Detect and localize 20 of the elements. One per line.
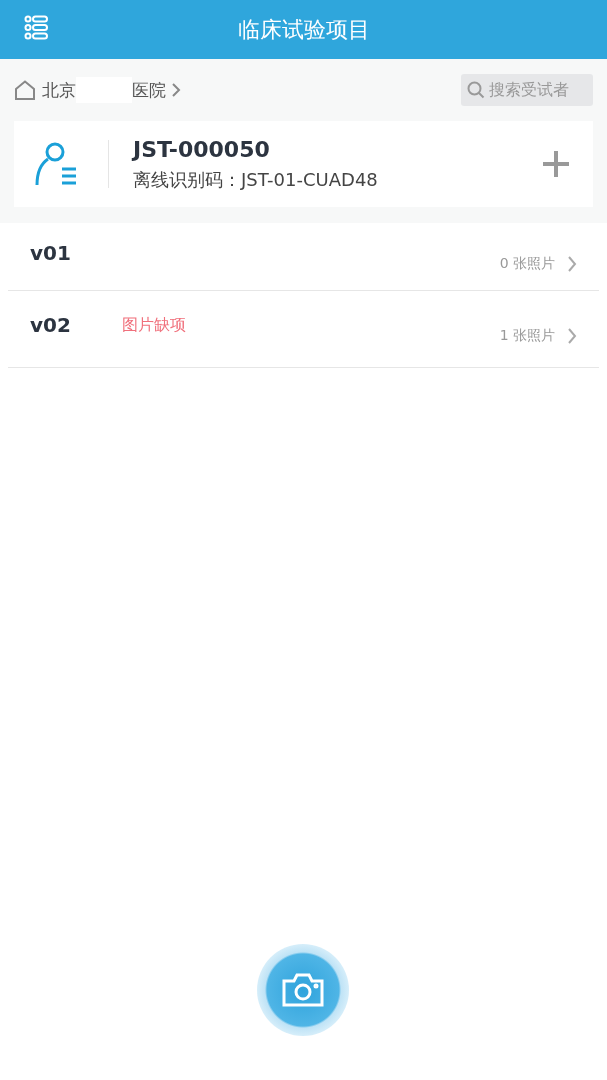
camera-icon (281, 972, 325, 1008)
visit-name: v01 (30, 240, 72, 265)
visit-row[interactable]: v02 图片缺项 1 张照片 (8, 291, 599, 368)
page-title: 临床试验项目 (237, 15, 370, 44)
chevron-icon (567, 327, 577, 345)
photo-count: 1 张照片 (499, 327, 555, 345)
photo-count: 0 张照片 (499, 254, 555, 273)
visit-row[interactable]: v01 0 张照片 (8, 223, 599, 291)
menu-icon[interactable] (24, 15, 49, 40)
chevron-icon (171, 82, 181, 98)
visit-name: v02 (30, 313, 72, 337)
add-icon[interactable] (541, 149, 571, 179)
search-icon (467, 81, 485, 99)
chevron-icon (567, 254, 577, 273)
home-icon (14, 80, 36, 100)
offline-code: 离线识别码：JST-01-CUAD48 (133, 167, 379, 192)
missing-warning: 图片缺项 (122, 314, 186, 336)
subject-id: JST-000050 (133, 136, 271, 162)
hospital-link[interactable]: 医院 (132, 78, 166, 102)
city-text: 北京 (42, 78, 76, 102)
